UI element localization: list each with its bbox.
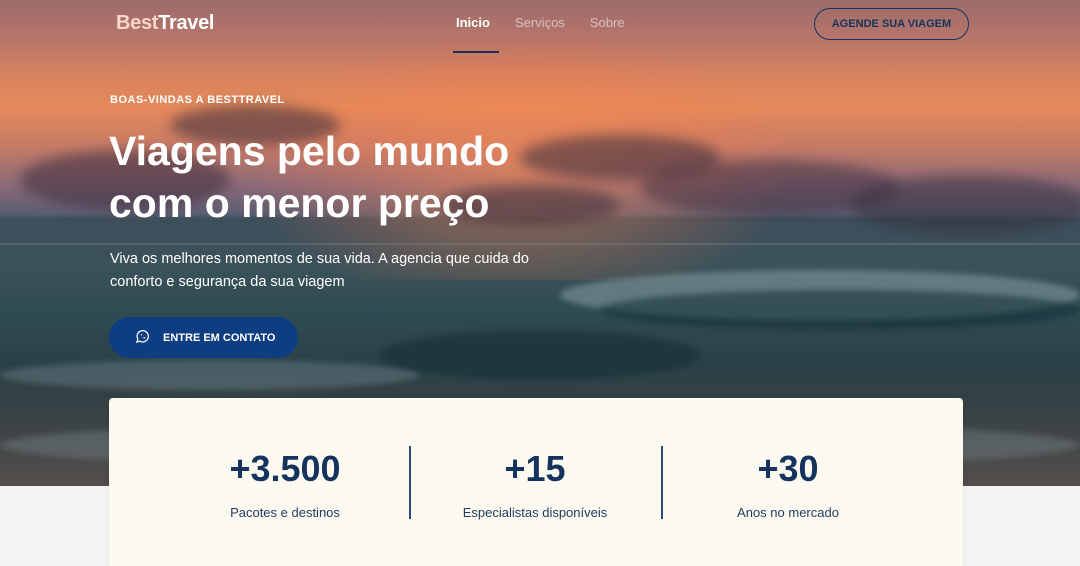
stat-value: +30 (757, 448, 819, 489)
hero-eyebrow: BOAS-VINDAS A BESTTRAVEL (110, 94, 285, 106)
hero-subtext: Viva os melhores momentos de sua vida. A… (110, 251, 529, 290)
logo-part-travel: Travel (158, 12, 215, 34)
wave (0, 360, 420, 390)
main-nav: Inicio Serviços Sobre (453, 15, 625, 53)
contact-button[interactable]: ENTRE EM CONTATO (109, 317, 298, 358)
stat-years: +30 Anos no mercado (662, 398, 914, 520)
stat-label: Anos no mercado (737, 505, 839, 520)
stat-label: Especialistas disponíveis (462, 505, 608, 520)
contact-button-label: ENTRE EM CONTATO (163, 331, 276, 344)
stat-value: +15 (504, 448, 566, 489)
nav-servicos[interactable]: Serviços (515, 15, 565, 30)
nav-sobre[interactable]: Sobre (590, 15, 625, 30)
hero-headline: Viagens pelo mundo com o menor preço (109, 128, 510, 226)
cloud (850, 175, 1080, 235)
stat-specialists: +15 Especialistas disponíveis (409, 398, 661, 520)
horizon-line (0, 243, 1080, 245)
wave (600, 290, 1080, 330)
nav-inicio[interactable]: Inicio (453, 15, 499, 53)
wave (380, 330, 700, 380)
logo[interactable]: BestTravel (116, 12, 214, 35)
stat-value: +3.500 (229, 448, 341, 489)
stat-label: Pacotes e destinos (230, 505, 340, 520)
stat-packages: +3.500 Pacotes e destinos (159, 398, 411, 520)
schedule-trip-button[interactable]: AGENDE SUA VIAGEM (814, 8, 969, 40)
logo-part-best: Best (116, 12, 159, 34)
stats-panel: +3.500 Pacotes e destinos +15 Especialis… (109, 398, 963, 566)
whatsapp-icon (135, 329, 150, 347)
